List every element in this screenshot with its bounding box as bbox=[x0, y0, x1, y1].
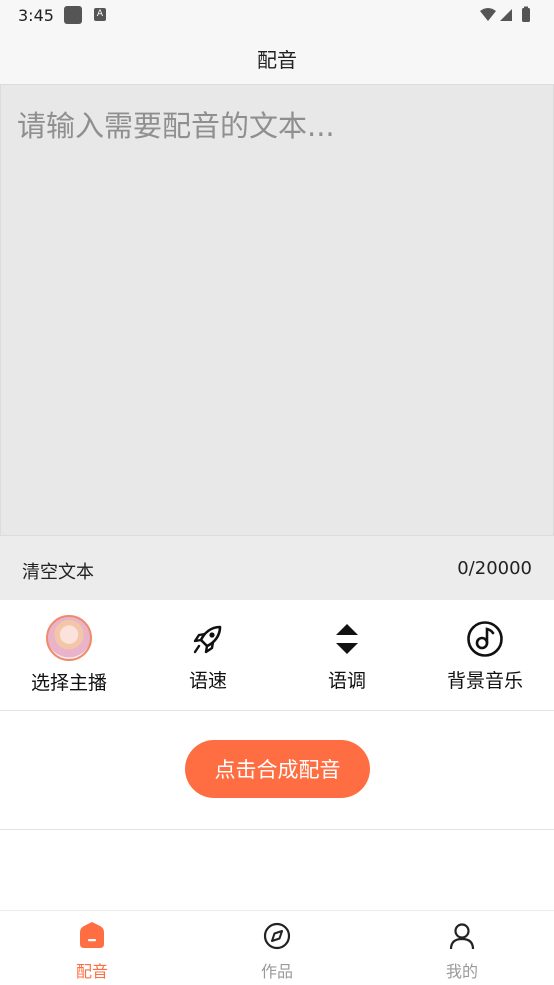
page-title: 配音 bbox=[257, 47, 297, 72]
signal-icon bbox=[500, 9, 512, 21]
wifi-icon bbox=[480, 8, 496, 21]
user-icon bbox=[449, 923, 475, 950]
nav-item-works[interactable]: 作品 bbox=[185, 911, 369, 985]
home-icon bbox=[80, 922, 104, 948]
nav-label-dubbing: 配音 bbox=[75, 962, 108, 981]
nav-item-dubbing[interactable]: 配音 bbox=[0, 911, 184, 985]
up-down-arrows-icon bbox=[336, 624, 358, 654]
char-counter: 0/20000 bbox=[457, 558, 532, 579]
speed-option[interactable]: 语速 bbox=[139, 600, 277, 710]
pitch-label: 语调 bbox=[327, 670, 366, 692]
background-music-option[interactable]: 背景音乐 bbox=[416, 600, 554, 710]
rocket-icon bbox=[193, 625, 222, 654]
text-input-placeholder: 请输入需要配音的文本... bbox=[17, 109, 335, 143]
title-bar: 配音 bbox=[0, 32, 554, 85]
nav-label-mine: 我的 bbox=[445, 962, 478, 981]
status-time: 3:45 bbox=[18, 6, 54, 25]
status-bar: 3:45 A bbox=[0, 0, 554, 32]
notification-icon bbox=[64, 6, 82, 24]
bottom-nav: 配音 作品 我的 bbox=[0, 910, 554, 985]
select-anchor-option[interactable]: 选择主播 bbox=[0, 600, 138, 710]
status-icons bbox=[480, 6, 530, 22]
music-note-icon bbox=[467, 621, 503, 657]
nav-label-works: 作品 bbox=[260, 962, 293, 981]
battery-icon bbox=[522, 8, 530, 22]
voice-options: 选择主播 语速 语调 背景音乐 bbox=[0, 600, 554, 711]
pitch-option[interactable]: 语调 bbox=[278, 600, 416, 710]
background-music-label: 背景音乐 bbox=[446, 670, 523, 692]
synthesize-button[interactable]: 点击合成配音 bbox=[185, 740, 370, 798]
speed-label: 语速 bbox=[188, 670, 227, 692]
app-notification-icon: A bbox=[94, 8, 106, 21]
nav-item-mine[interactable]: 我的 bbox=[370, 911, 554, 985]
select-anchor-label: 选择主播 bbox=[30, 672, 107, 694]
clear-text-button[interactable]: 清空文本 bbox=[22, 558, 94, 584]
anchor-avatar bbox=[46, 615, 92, 661]
compass-icon bbox=[263, 922, 291, 950]
text-input-area[interactable]: 请输入需要配音的文本... bbox=[0, 84, 554, 536]
synthesize-section: 点击合成配音 bbox=[0, 711, 554, 830]
editor-toolbar: 清空文本 0/20000 bbox=[0, 536, 554, 600]
